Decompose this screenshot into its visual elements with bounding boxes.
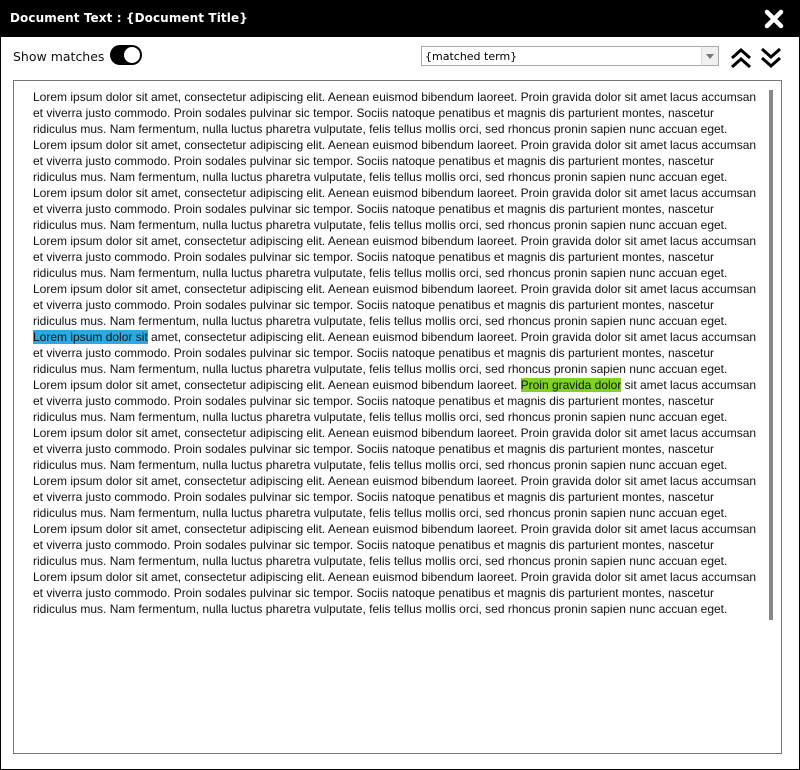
document-scrollbar[interactable] xyxy=(769,90,773,620)
paragraph-text: Lorem ipsum dolor sit xyxy=(33,186,148,200)
previous-match-button[interactable] xyxy=(728,46,754,70)
paragraph-text: amet, consectetur adipiscing elit. Aenea… xyxy=(147,282,521,296)
dialog-title: Document Text : {Document Title} xyxy=(10,11,248,25)
document-paragraph: Lorem ipsum dolor sit amet, consectetur … xyxy=(33,329,761,377)
paragraph-text: Lorem ipsum dolor sit xyxy=(33,90,148,104)
paragraph-text: amet, consectetur adipiscing elit. Aenea… xyxy=(147,330,521,344)
paragraph-text: Proin gravida dolor xyxy=(520,522,622,536)
document-paragraph: Lorem ipsum dolor sit amet, consectetur … xyxy=(33,89,761,137)
paragraph-text: amet, consectetur adipiscing elit. Aenea… xyxy=(147,522,521,536)
paragraph-text: Lorem ipsum dolor sit xyxy=(33,474,148,488)
paragraph-text: Lorem ipsum dolor sit xyxy=(33,378,148,392)
document-paragraph: Lorem ipsum dolor sit amet, consectetur … xyxy=(33,137,761,185)
show-matches-label: Show matches xyxy=(13,49,105,64)
paragraph-text: amet, consectetur adipiscing elit. Aenea… xyxy=(147,234,521,248)
document-body: Lorem ipsum dolor sit amet, consectetur … xyxy=(33,89,761,617)
search-highlight: Proin gravida dolor xyxy=(520,378,622,392)
paragraph-text: amet, consectetur adipiscing elit. Aenea… xyxy=(147,138,521,152)
show-matches-toggle[interactable] xyxy=(110,45,142,65)
title-bar: Document Text : {Document Title} xyxy=(1,1,799,37)
paragraph-text: amet, consectetur adipiscing elit. Aenea… xyxy=(147,570,521,584)
paragraph-text: Lorem ipsum dolor sit xyxy=(33,138,148,152)
paragraph-text: Proin gravida dolor xyxy=(520,186,622,200)
toggle-knob xyxy=(124,47,140,63)
paragraph-text: amet, consectetur adipiscing elit. Aenea… xyxy=(147,90,521,104)
double-chevron-down-icon xyxy=(761,47,781,69)
close-button[interactable] xyxy=(763,8,785,30)
document-paragraph: Lorem ipsum dolor sit amet, consectetur … xyxy=(33,425,761,473)
toolbar: Show matches {matched term} xyxy=(1,37,799,77)
document-paragraph: Lorem ipsum dolor sit amet, consectetur … xyxy=(33,281,761,329)
paragraph-text: Lorem ipsum dolor sit xyxy=(33,570,148,584)
paragraph-text: amet, consectetur adipiscing elit. Aenea… xyxy=(147,378,521,392)
paragraph-text: Lorem ipsum dolor sit xyxy=(33,426,148,440)
paragraph-text: Proin gravida dolor xyxy=(520,570,622,584)
paragraph-text: Proin gravida dolor xyxy=(520,234,622,248)
paragraph-text: Lorem ipsum dolor sit xyxy=(33,282,148,296)
paragraph-text: Proin gravida dolor xyxy=(520,282,622,296)
document-text-panel[interactable]: Lorem ipsum dolor sit amet, consectetur … xyxy=(13,80,782,754)
document-paragraph: Lorem ipsum dolor sit amet, consectetur … xyxy=(33,473,761,521)
document-paragraph: Lorem ipsum dolor sit amet, consectetur … xyxy=(33,521,761,569)
document-paragraph: Lorem ipsum dolor sit amet, consectetur … xyxy=(33,233,761,281)
paragraph-text: amet, consectetur adipiscing elit. Aenea… xyxy=(147,474,521,488)
chevron-down-icon xyxy=(701,47,718,65)
paragraph-text: Proin gravida dolor xyxy=(520,90,622,104)
paragraph-text: amet, consectetur adipiscing elit. Aenea… xyxy=(147,426,521,440)
paragraph-text: amet, consectetur adipiscing elit. Aenea… xyxy=(147,186,521,200)
paragraph-text: Proin gravida dolor xyxy=(520,330,622,344)
document-paragraph: Lorem ipsum dolor sit amet, consectetur … xyxy=(33,377,761,425)
next-match-button[interactable] xyxy=(758,46,784,70)
search-highlight: Lorem ipsum dolor sit xyxy=(33,330,148,344)
paragraph-text: Lorem ipsum dolor sit xyxy=(33,234,148,248)
document-paragraph: Lorem ipsum dolor sit amet, consectetur … xyxy=(33,569,761,617)
close-icon xyxy=(764,9,784,29)
paragraph-text: Proin gravida dolor xyxy=(520,138,622,152)
document-paragraph: Lorem ipsum dolor sit amet, consectetur … xyxy=(33,185,761,233)
matched-term-select[interactable]: {matched term} xyxy=(421,46,719,66)
paragraph-text: Proin gravida dolor xyxy=(520,426,622,440)
matched-term-value: {matched term} xyxy=(425,50,518,63)
double-chevron-up-icon xyxy=(731,47,751,69)
paragraph-text: Lorem ipsum dolor sit xyxy=(33,522,148,536)
paragraph-text: Proin gravida dolor xyxy=(520,474,622,488)
